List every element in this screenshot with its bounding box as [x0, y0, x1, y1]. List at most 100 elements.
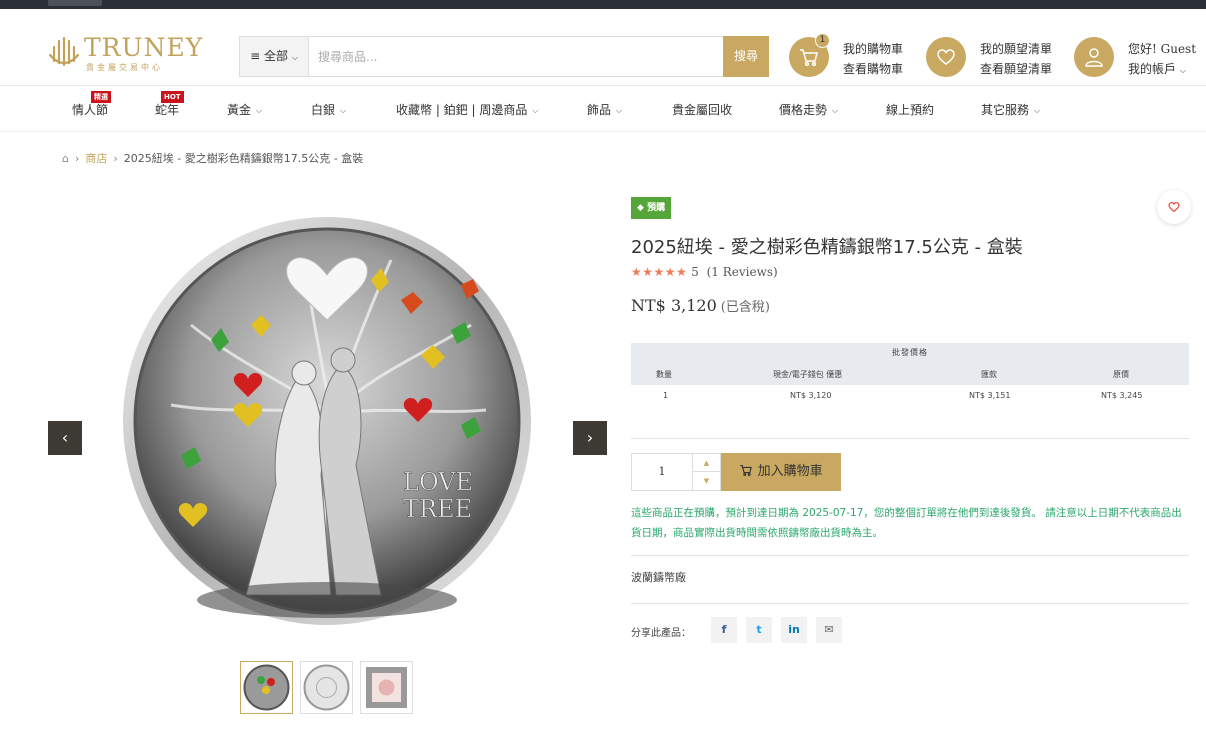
cart-count-badge: 1 — [815, 33, 830, 48]
nav-item-label: 線上預約 — [886, 103, 935, 117]
account-greeting: 您好! Guest — [1128, 42, 1197, 56]
add-to-cart-label: 加入購物車 — [757, 464, 823, 479]
thumbnail-coin-box[interactable] — [360, 661, 413, 714]
site-logo[interactable]: TRUNEY 貴金屬交易中心 — [48, 35, 202, 75]
quantity-stepper[interactable]: 1 ▲ ▼ — [631, 453, 721, 491]
thumbnail-image — [366, 667, 407, 708]
email-icon[interactable]: ✉ — [816, 617, 842, 643]
product-gallery: LOVE TREE ‹ › — [48, 190, 608, 670]
add-to-cart-button[interactable]: 加入購物車 — [721, 453, 841, 491]
linkedin-icon[interactable]: in — [781, 617, 807, 643]
reviews-link[interactable]: (1 Reviews) — [707, 265, 778, 279]
decrease-quantity-button[interactable]: ▼ — [692, 472, 720, 490]
nav-item-label: 收藏幣 | 鉑鈀 | 周邊商品 — [396, 103, 528, 117]
increase-quantity-button[interactable]: ▲ — [692, 454, 720, 472]
nav-item-gold[interactable]: 黃金 ⌵ — [227, 101, 262, 118]
twitter-icon[interactable]: t — [746, 617, 772, 643]
top-bar-tab — [48, 0, 102, 6]
breadcrumb: ⌂ › 商店 › 2025紐埃 - 愛之樹彩色精鑄銀幣17.5公克 - 盒裝 — [62, 150, 363, 166]
table-cell: NT$ 3,151 — [969, 391, 1011, 400]
chevron-right-icon: › — [586, 428, 594, 447]
product-title: 2025紐埃 - 愛之樹彩色精鑄銀幣17.5公克 - 盒裝 — [631, 237, 1023, 258]
user-icon — [1074, 37, 1114, 77]
thumbnail-coin-back[interactable] — [300, 661, 353, 714]
tax-note: (已含稅) — [720, 300, 770, 315]
gallery-prev-button[interactable]: ‹ — [48, 421, 82, 455]
table-cell: NT$ 3,120 — [790, 391, 832, 400]
nav-item-label: 情人節 — [72, 103, 109, 117]
wholesale-price-table: 批發價格 數量 現金/電子錢包 優惠 匯款 原價 1 NT$ 3,120 NT$… — [631, 343, 1189, 407]
category-nav: 精選 情人節 HOT 蛇年 黃金 ⌵ 白銀 ⌵ 收藏幣 | 鉑鈀 | 周邊商品 ⌵ 飾… — [0, 86, 1206, 132]
wishlist-title: 我的願望清單 — [980, 42, 1053, 56]
nav-item-silver[interactable]: 白銀 ⌵ — [311, 101, 346, 118]
chevron-left-icon: ‹ — [61, 428, 69, 447]
view-wishlist-link[interactable]: 查看願望清單 — [980, 60, 1052, 77]
thumbnail-image — [303, 664, 350, 711]
logo-tagline: 貴金屬交易中心 — [86, 63, 163, 72]
chevron-down-icon: ⌵ — [1179, 66, 1186, 75]
divider — [631, 603, 1189, 604]
chevron-down-icon: ⌵ — [291, 53, 298, 62]
chevron-down-icon: ⌵ — [532, 105, 539, 115]
preorder-notice: 這些商品正在預購，預計到達日期為 2025-07-17，您的整個訂單將在他們到達… — [631, 507, 1182, 539]
my-account-link[interactable]: 我的帳戶 ⌵ — [1128, 60, 1186, 77]
product-price: NT$ 3,120 (已含稅) — [631, 296, 770, 315]
logo-brand: TRUNEY — [84, 33, 204, 62]
view-cart-link[interactable]: 查看購物車 — [843, 60, 903, 77]
chevron-down-icon: ⌵ — [340, 105, 347, 115]
nav-item-other-services[interactable]: 其它服務 ⌵ — [981, 101, 1040, 118]
chevron-down-icon: ⌵ — [256, 105, 263, 115]
featured-tag: 精選 — [91, 91, 111, 103]
nav-item-recycling[interactable]: 貴金屬回收 — [672, 101, 732, 118]
preorder-badge: ◆ 預購 — [631, 197, 672, 219]
site-header: TRUNEY 貴金屬交易中心 ≡ 全部 ⌵ 搜尋 1 我的購物車 查看購物車 我… — [0, 9, 1206, 86]
search-bar: ≡ 全部 ⌵ 搜尋 — [239, 36, 769, 77]
logo-mark-icon — [48, 36, 80, 67]
home-icon[interactable]: ⌂ — [62, 152, 69, 165]
product-image[interactable]: LOVE TREE — [121, 215, 533, 627]
table-cell: 1 — [663, 391, 669, 400]
nav-item-valentines[interactable]: 精選 情人節 — [72, 91, 111, 118]
table-row: 1 NT$ 3,120 NT$ 3,151 NT$ 3,245 — [631, 385, 1189, 407]
divider — [631, 438, 1189, 439]
price-value: NT$ 3,120 — [631, 296, 717, 315]
heart-icon — [1168, 201, 1180, 213]
facebook-icon[interactable]: f — [711, 617, 737, 643]
divider — [631, 555, 1189, 556]
chevron-down-icon: ⌵ — [1034, 105, 1041, 115]
nav-item-price-trends[interactable]: 價格走勢 ⌵ — [779, 101, 838, 118]
mint-name: 波蘭鑄幣廠 — [631, 571, 686, 584]
gallery-next-button[interactable]: › — [573, 421, 607, 455]
price-table-header: 數量 現金/電子錢包 優惠 匯款 原價 — [631, 363, 1189, 385]
quantity-input[interactable]: 1 — [632, 454, 692, 490]
table-cell: NT$ 3,245 — [1101, 391, 1143, 400]
nav-item-label: 黃金 — [227, 103, 252, 117]
nav-item-label: 價格走勢 — [779, 103, 828, 117]
nav-item-collectibles[interactable]: 收藏幣 | 鉑鈀 | 周邊商品 ⌵ — [396, 101, 538, 118]
thumbnail-coin-front[interactable] — [240, 661, 293, 714]
chevron-down-icon: ⌵ — [832, 105, 839, 115]
chevron-down-icon: ▼ — [703, 477, 710, 485]
product-rating: ★★★★★ 5 (1 Reviews) — [631, 265, 778, 279]
rating-value: 5 — [691, 265, 699, 279]
tag-icon: ◆ — [637, 203, 644, 213]
price-table-caption: 批發價格 — [631, 343, 1189, 363]
nav-item-label: 飾品 — [587, 103, 612, 117]
breadcrumb-separator: › — [113, 152, 118, 165]
nav-item-booking[interactable]: 線上預約 — [886, 101, 934, 118]
search-input[interactable] — [318, 45, 718, 69]
chevron-down-icon: ⌵ — [616, 105, 623, 115]
menu-icon: ≡ — [250, 49, 261, 63]
breadcrumb-shop-link[interactable]: 商店 — [85, 152, 107, 165]
nav-item-snake-year[interactable]: HOT 蛇年 — [155, 91, 184, 118]
share-label: 分享此產品： — [631, 628, 691, 639]
nav-item-jewelry[interactable]: 飾品 ⌵ — [587, 101, 622, 118]
nav-item-label: 白銀 — [311, 103, 336, 117]
column-header: 數量 — [656, 370, 672, 379]
preorder-badge-label: 預購 — [647, 203, 666, 213]
search-category-select[interactable]: ≡ 全部 ⌵ — [240, 37, 309, 76]
add-to-wishlist-button[interactable] — [1157, 190, 1191, 224]
search-button[interactable]: 搜尋 — [723, 36, 769, 77]
search-category-label: 全部 — [263, 49, 288, 63]
cart-title: 我的購物車 — [843, 42, 904, 56]
